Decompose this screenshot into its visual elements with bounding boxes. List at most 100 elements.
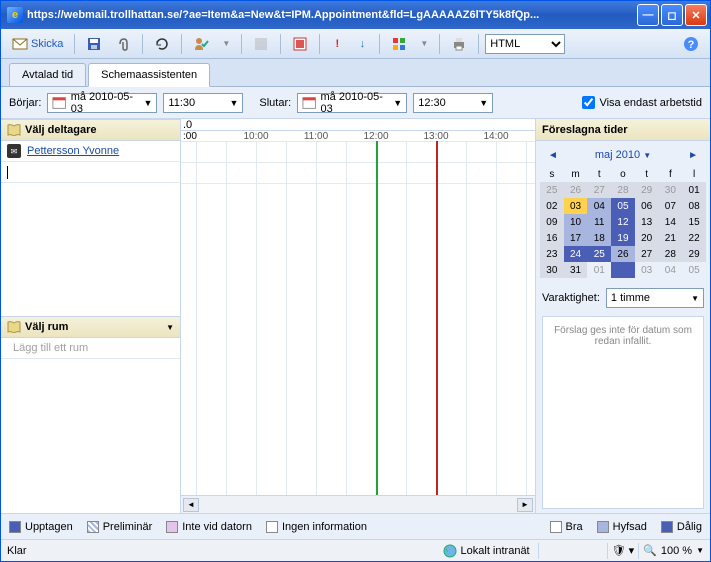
- minimize-button[interactable]: —: [637, 4, 659, 26]
- importance-low-button[interactable]: ↓: [351, 33, 373, 55]
- calendar-day[interactable]: 29: [635, 182, 659, 198]
- calendar-day[interactable]: 14: [659, 214, 683, 230]
- room-input[interactable]: Lägg till ett rum: [1, 338, 180, 359]
- format-select[interactable]: HTML: [485, 34, 565, 54]
- month-label[interactable]: maj 2010 ▼: [595, 149, 651, 161]
- calendar-day[interactable]: 28: [659, 246, 683, 262]
- calendar-day[interactable]: 26: [611, 246, 635, 262]
- bad-swatch: [661, 521, 673, 533]
- categories-button[interactable]: [386, 33, 412, 55]
- calendar-day[interactable]: 23: [540, 246, 564, 262]
- calendar-day[interactable]: 24: [564, 246, 588, 262]
- addressbook-button[interactable]: [248, 33, 274, 55]
- categories-dropdown[interactable]: ▼: [415, 33, 433, 55]
- busy-button[interactable]: [287, 33, 313, 55]
- timeline-day: .0:00: [181, 119, 535, 131]
- calendar-day[interactable]: 12: [611, 214, 635, 230]
- save-button[interactable]: [81, 33, 107, 55]
- room-header[interactable]: Välj rum ▼: [1, 316, 180, 338]
- calendar-day[interactable]: 01: [682, 182, 706, 198]
- book-icon: [253, 36, 269, 52]
- end-marker[interactable]: [436, 141, 438, 495]
- attendee-row[interactable]: ✉ Pettersson Yvonne: [1, 141, 180, 162]
- calendar-day[interactable]: 17: [564, 230, 588, 246]
- calendar-day[interactable]: 13: [635, 214, 659, 230]
- calendar-day[interactable]: 26: [564, 182, 588, 198]
- prev-month-button[interactable]: ◄: [548, 150, 558, 161]
- right-column: Föreslagna tider ◄ maj 2010 ▼ ► smtotfl2…: [535, 119, 710, 513]
- end-date-select[interactable]: må 2010-05-03▼: [297, 93, 407, 113]
- calendar-day[interactable]: 27: [635, 246, 659, 262]
- weekday-label: m: [564, 167, 588, 182]
- calendar-day[interactable]: 03: [635, 262, 659, 278]
- calendar-icon: [52, 95, 66, 111]
- calendar-day[interactable]: 27: [587, 182, 611, 198]
- calendar-day[interactable]: 09: [540, 214, 564, 230]
- maximize-button[interactable]: ◻: [661, 4, 683, 26]
- workhours-input[interactable]: [582, 96, 595, 109]
- end-time-value: 12:30: [418, 97, 446, 109]
- calendar-day[interactable]: [611, 262, 635, 278]
- calendar-day[interactable]: 15: [682, 214, 706, 230]
- start-time-select[interactable]: 11:30▼: [163, 93, 243, 113]
- calendar-day[interactable]: 20: [635, 230, 659, 246]
- attendee-name[interactable]: Pettersson Yvonne: [27, 145, 119, 157]
- names-dropdown[interactable]: ▼: [217, 33, 235, 55]
- recurrence-button[interactable]: [149, 33, 175, 55]
- calendar-day[interactable]: 04: [587, 198, 611, 214]
- start-date-select[interactable]: må 2010-05-03▼: [47, 93, 157, 113]
- importance-high-button[interactable]: !: [326, 33, 348, 55]
- ie-icon: e: [7, 7, 23, 23]
- timeline-scrollbar[interactable]: ◄ ►: [181, 495, 535, 513]
- calendar-day[interactable]: 22: [682, 230, 706, 246]
- tab-scheduling[interactable]: Schemaassistenten: [88, 63, 210, 87]
- weekday-label: l: [682, 167, 706, 182]
- save-icon: [86, 36, 102, 52]
- calendar-day[interactable]: 28: [611, 182, 635, 198]
- calendar-day[interactable]: 10: [564, 214, 588, 230]
- print-button[interactable]: [446, 33, 472, 55]
- calendar-day[interactable]: 29: [682, 246, 706, 262]
- legend-noinfo: Ingen information: [282, 521, 367, 533]
- attendee-input-row[interactable]: [1, 162, 180, 183]
- scroll-left-button[interactable]: ◄: [183, 498, 199, 512]
- calendar-day[interactable]: 16: [540, 230, 564, 246]
- calendar-day[interactable]: 02: [540, 198, 564, 214]
- timeline-body[interactable]: [181, 141, 535, 495]
- calendar-day[interactable]: 11: [587, 214, 611, 230]
- calendar-day[interactable]: 31: [564, 262, 588, 278]
- calendar-day[interactable]: 21: [659, 230, 683, 246]
- legend-tentative: Preliminär: [103, 521, 153, 533]
- protected-mode-icon[interactable]: 🛡 ▾: [612, 544, 635, 557]
- globe-icon: [443, 544, 457, 558]
- send-button[interactable]: Skicka: [7, 33, 68, 55]
- tab-appointment[interactable]: Avtalad tid: [9, 63, 86, 86]
- calendar-day[interactable]: 05: [611, 198, 635, 214]
- calendar-day[interactable]: 30: [540, 262, 564, 278]
- end-time-select[interactable]: 12:30▼: [413, 93, 493, 113]
- calendar-day[interactable]: 06: [635, 198, 659, 214]
- attach-button[interactable]: [110, 33, 136, 55]
- calendar-day[interactable]: 05: [682, 262, 706, 278]
- start-marker[interactable]: [376, 141, 378, 495]
- help-button[interactable]: ?: [678, 33, 704, 55]
- calendar-day[interactable]: 19: [611, 230, 635, 246]
- calendar-day[interactable]: 01: [587, 262, 611, 278]
- next-month-button[interactable]: ►: [688, 150, 698, 161]
- calendar-day[interactable]: 25: [587, 246, 611, 262]
- workhours-checkbox[interactable]: Visa endast arbetstid: [582, 96, 702, 109]
- scroll-right-button[interactable]: ►: [517, 498, 533, 512]
- close-button[interactable]: ✕: [685, 4, 707, 26]
- calendar-day[interactable]: 25: [540, 182, 564, 198]
- zoom-control[interactable]: 🔍 100 % ▼: [643, 544, 704, 557]
- calendar-day[interactable]: 07: [659, 198, 683, 214]
- calendar-day[interactable]: 03: [564, 198, 588, 214]
- calendar-day[interactable]: 30: [659, 182, 683, 198]
- calendar-day[interactable]: 08: [682, 198, 706, 214]
- calendar-day[interactable]: 18: [587, 230, 611, 246]
- calendar-day[interactable]: 04: [659, 262, 683, 278]
- zoom-value: 100 %: [661, 545, 692, 557]
- check-names-button[interactable]: [188, 33, 214, 55]
- busy-swatch: [9, 521, 21, 533]
- duration-select[interactable]: 1 timme ▼: [606, 288, 704, 308]
